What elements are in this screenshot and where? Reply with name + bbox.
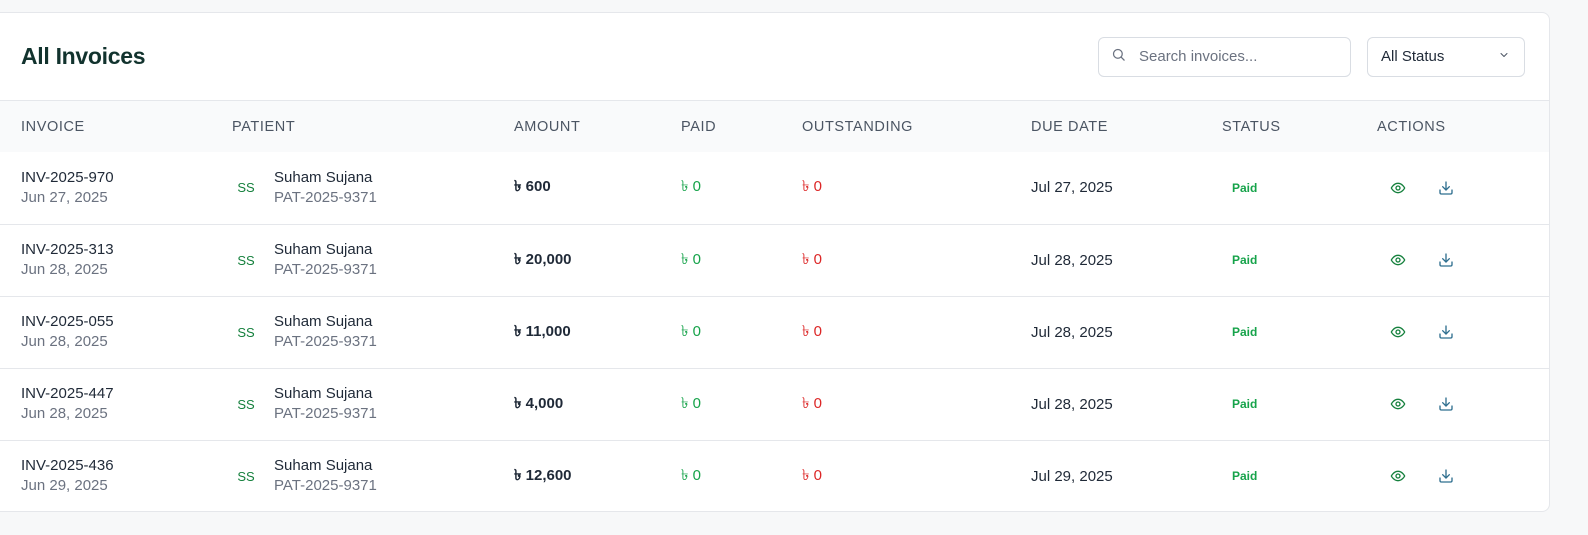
patient-name: Suham Sujana — [274, 168, 373, 186]
eye-icon — [1390, 398, 1406, 410]
invoice-date: Jun 27, 2025 — [21, 188, 108, 206]
eye-icon — [1390, 326, 1406, 338]
page-title: All Invoices — [21, 43, 146, 69]
eye-icon — [1390, 182, 1406, 194]
download-icon — [1439, 469, 1453, 483]
download-button[interactable] — [1435, 465, 1457, 487]
amount-value: ৳ 600 — [514, 178, 551, 196]
due-date: Jul 27, 2025 — [1031, 179, 1113, 197]
patient-name: Suham Sujana — [274, 457, 373, 475]
status-filter-select[interactable]: All Status — [1367, 36, 1525, 77]
download-button[interactable] — [1435, 177, 1457, 199]
outstanding-value: ৳ 0 — [802, 394, 822, 412]
download-button[interactable] — [1435, 321, 1457, 343]
avatar: SS — [237, 324, 255, 340]
status-badge: Paid — [1232, 180, 1258, 195]
due-date: Jul 28, 2025 — [1031, 323, 1113, 341]
outstanding-value: ৳ 0 — [802, 322, 822, 340]
patient-id: PAT-2025-9371 — [274, 261, 377, 278]
search-icon — [1111, 47, 1126, 67]
avatar: SS — [237, 468, 255, 484]
outstanding-value: ৳ 0 — [802, 466, 822, 484]
column-header-patient: PATIENT — [232, 118, 296, 135]
status-badge: Paid — [1232, 325, 1258, 339]
patient-name: Suham Sujana — [274, 241, 373, 258]
patient-id: PAT-2025-9371 — [274, 405, 377, 422]
download-icon — [1439, 253, 1453, 267]
table-row: INV-2025-313 Jun 28, 2025 SS Suham Sujana P… — [0, 224, 1549, 296]
paid-value: ৳ 0 — [681, 178, 701, 196]
paid-value: ৳ 0 — [681, 394, 701, 412]
invoice-number[interactable]: INV-2025-313 — [21, 240, 232, 260]
status-filter-value: All Status — [1381, 48, 1445, 65]
eye-icon — [1390, 254, 1406, 266]
table-row: INV-2025-055 Jun 28, 2025 SS Suham Sujana P… — [0, 296, 1549, 368]
outstanding-value: ৳ 0 — [802, 250, 822, 268]
invoice-number[interactable]: INV-2025-970 — [21, 168, 232, 188]
column-header-amount: AMOUNT — [514, 118, 581, 135]
invoice-number[interactable]: INV-2025-055 — [21, 312, 232, 332]
chevron-down-icon — [1498, 48, 1510, 65]
status-badge: Paid — [1232, 253, 1258, 267]
due-date: Jul 28, 2025 — [1031, 251, 1113, 269]
patient-name: Suham Sujana — [274, 385, 373, 402]
avatar: SS — [237, 396, 255, 412]
status-badge: Paid — [1232, 469, 1258, 484]
column-header-invoice: INVOICE — [21, 118, 85, 135]
patient-name: Suham Sujana — [274, 313, 373, 330]
due-date: Jul 29, 2025 — [1031, 467, 1113, 485]
download-icon — [1439, 397, 1453, 411]
avatar: SS — [237, 252, 255, 268]
invoices-table: INVOICE PATIENT AMOUNT PAID OUTSTANDING … — [0, 101, 1549, 511]
patient-id: PAT-2025-9371 — [274, 188, 377, 206]
table-header-row: INVOICE PATIENT AMOUNT PAID OUTSTANDING … — [0, 101, 1549, 152]
invoices-card: All Invoices All Status INVOICE PATIENT … — [0, 12, 1550, 512]
patient-id: PAT-2025-9371 — [274, 477, 377, 495]
due-date: Jul 28, 2025 — [1031, 395, 1113, 413]
invoice-number[interactable]: INV-2025-436 — [21, 456, 232, 476]
invoice-date: Jun 28, 2025 — [21, 261, 108, 278]
paid-value: ৳ 0 — [681, 466, 701, 484]
invoice-number[interactable]: INV-2025-447 — [21, 384, 232, 404]
search-box[interactable] — [1098, 36, 1351, 77]
eye-icon — [1390, 470, 1406, 482]
download-icon — [1439, 325, 1453, 339]
column-header-due-date: DUE DATE — [1031, 118, 1109, 135]
view-button[interactable] — [1387, 249, 1409, 271]
paid-value: ৳ 0 — [681, 250, 701, 268]
column-header-paid: PAID — [681, 118, 717, 135]
table-row: INV-2025-447 Jun 28, 2025 SS Suham Sujana P… — [0, 368, 1549, 440]
amount-value: ৳ 12,600 — [514, 466, 572, 484]
invoice-date: Jun 29, 2025 — [21, 477, 108, 495]
status-badge: Paid — [1232, 397, 1258, 411]
search-input[interactable] — [1139, 48, 1339, 65]
invoice-date: Jun 28, 2025 — [21, 405, 108, 422]
view-button[interactable] — [1387, 465, 1409, 487]
column-header-status: STATUS — [1222, 118, 1281, 135]
amount-value: ৳ 4,000 — [514, 394, 564, 412]
view-button[interactable] — [1387, 177, 1409, 199]
avatar: SS — [237, 180, 255, 196]
amount-value: ৳ 11,000 — [514, 322, 571, 340]
view-button[interactable] — [1387, 393, 1409, 415]
amount-value: ৳ 20,000 — [514, 250, 572, 268]
outstanding-value: ৳ 0 — [802, 178, 822, 196]
download-icon — [1439, 181, 1453, 195]
table-row: INV-2025-970 Jun 27, 2025 SS Suham Sujana P… — [0, 152, 1549, 224]
download-button[interactable] — [1435, 249, 1457, 271]
download-button[interactable] — [1435, 393, 1457, 415]
column-header-outstanding: OUTSTANDING — [802, 118, 914, 135]
view-button[interactable] — [1387, 321, 1409, 343]
table-row: INV-2025-436 Jun 29, 2025 SS Suham Sujana P… — [0, 440, 1549, 511]
column-header-actions: ACTIONS — [1377, 118, 1446, 135]
patient-id: PAT-2025-9371 — [274, 333, 377, 350]
invoice-date: Jun 28, 2025 — [21, 333, 108, 350]
card-header: All Invoices All Status — [0, 13, 1549, 101]
paid-value: ৳ 0 — [681, 322, 701, 340]
